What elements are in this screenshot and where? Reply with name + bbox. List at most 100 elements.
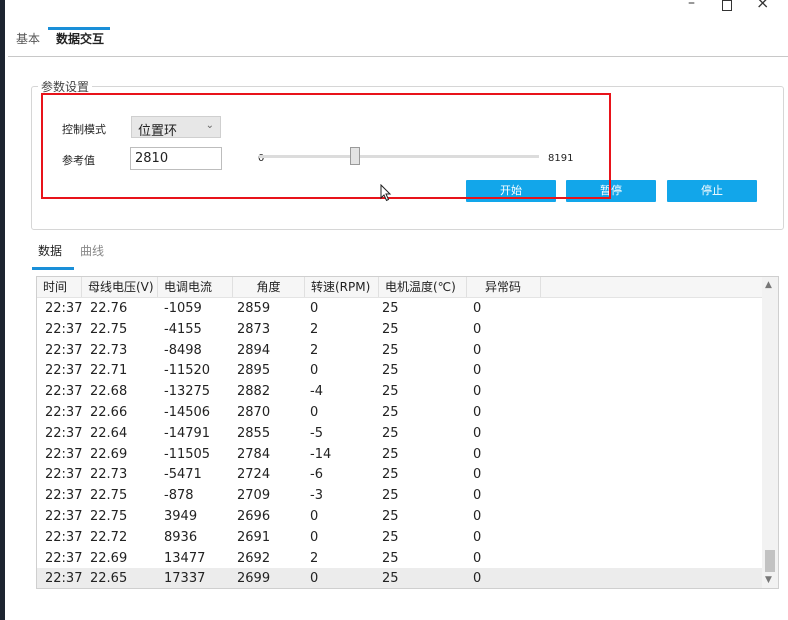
cell-angle: 2699 bbox=[237, 571, 271, 587]
header-time[interactable]: 时间 bbox=[37, 277, 82, 297]
cell-bus-voltage: 22.75 bbox=[90, 488, 128, 504]
table-row[interactable]: 22:37 22.73 -8498 2894 2 25 0 bbox=[37, 340, 762, 361]
cell-bus-voltage: 22.69 bbox=[90, 550, 128, 566]
cell-motor-temp: 25 bbox=[382, 342, 399, 358]
subtab-curve[interactable]: 曲线 bbox=[80, 242, 104, 259]
stop-button[interactable]: 停止 bbox=[667, 180, 757, 202]
cell-motor-temp: 25 bbox=[382, 425, 399, 441]
header-bus-voltage[interactable]: 母线电压(V) bbox=[82, 277, 158, 297]
scroll-up-icon[interactable]: ▲ bbox=[765, 280, 772, 290]
cell-error-code: 0 bbox=[473, 467, 482, 483]
table-row[interactable]: 22:37 22.75 -878 2709 -3 25 0 bbox=[37, 485, 762, 506]
subtab-data[interactable]: 数据 bbox=[38, 242, 62, 259]
cell-angle: 2859 bbox=[237, 301, 271, 316]
cell-esc-current: -11505 bbox=[164, 446, 211, 462]
cell-angle: 2696 bbox=[237, 509, 271, 524]
cell-error-code: 0 bbox=[473, 321, 482, 337]
grid-scrollbar[interactable]: ▲ ▼ bbox=[762, 277, 778, 588]
cell-speed: 0 bbox=[310, 405, 319, 420]
table-row[interactable]: 22:37 22.76 -1059 2859 0 25 0 bbox=[37, 298, 762, 319]
scroll-thumb[interactable] bbox=[765, 550, 775, 572]
cell-motor-temp: 25 bbox=[382, 571, 399, 587]
cell-bus-voltage: 22.76 bbox=[90, 301, 128, 316]
cell-bus-voltage: 22.75 bbox=[90, 509, 128, 524]
cell-speed: -5 bbox=[310, 425, 323, 441]
cell-speed: -6 bbox=[310, 467, 323, 483]
table-row[interactable]: 22:37 22.75 3949 2696 0 25 0 bbox=[37, 506, 762, 527]
cell-motor-temp: 25 bbox=[382, 321, 399, 337]
cell-speed: 0 bbox=[310, 571, 319, 587]
table-row[interactable]: 22:37 22.64 -14791 2855 -5 25 0 bbox=[37, 423, 762, 444]
cell-esc-current: -4155 bbox=[164, 321, 202, 337]
header-speed[interactable]: 转速(RPM) bbox=[305, 277, 379, 297]
cell-angle: 2709 bbox=[237, 488, 271, 504]
cell-bus-voltage: 22.68 bbox=[90, 384, 128, 400]
cell-motor-temp: 25 bbox=[382, 509, 399, 524]
cell-time: 22:37 bbox=[45, 467, 83, 483]
mouse-cursor-icon bbox=[380, 184, 392, 202]
table-row[interactable]: 22:37 22.75 -4155 2873 2 25 0 bbox=[37, 319, 762, 340]
minimize-icon[interactable]: – bbox=[688, 0, 695, 10]
tab-basic[interactable]: 基本 bbox=[10, 30, 46, 47]
cell-motor-temp: 25 bbox=[382, 467, 399, 483]
table-row[interactable]: 22:37 22.69 13477 2692 2 25 0 bbox=[37, 548, 762, 569]
main-tabbar: 基本 数据交互 bbox=[8, 26, 788, 57]
cell-bus-voltage: 22.75 bbox=[90, 321, 128, 337]
cell-error-code: 0 bbox=[473, 301, 482, 316]
scroll-down-icon[interactable]: ▼ bbox=[765, 575, 772, 585]
data-grid[interactable]: 时间 母线电压(V) 电调电流 角度 转速(RPM) 电机温度(℃) 异常码 2… bbox=[36, 276, 779, 589]
cell-angle: 2870 bbox=[237, 405, 271, 420]
desktop-edge bbox=[0, 0, 5, 620]
cell-time: 22:37 bbox=[45, 363, 83, 379]
cell-speed: -14 bbox=[310, 446, 332, 462]
maximize-icon[interactable] bbox=[722, 0, 732, 11]
highlight-box bbox=[41, 93, 611, 199]
cell-motor-temp: 25 bbox=[382, 550, 399, 566]
cell-esc-current: -11520 bbox=[164, 363, 211, 379]
table-row[interactable]: 22:37 22.71 -11520 2895 0 25 0 bbox=[37, 360, 762, 381]
cell-angle: 2784 bbox=[237, 446, 271, 462]
cell-error-code: 0 bbox=[473, 405, 482, 420]
cell-error-code: 0 bbox=[473, 342, 482, 358]
table-row[interactable]: 22:37 22.68 -13275 2882 -4 25 0 bbox=[37, 381, 762, 402]
header-error-code[interactable]: 异常码 bbox=[467, 277, 541, 297]
cell-angle: 2724 bbox=[237, 467, 271, 483]
cell-speed: 0 bbox=[310, 509, 319, 524]
cell-speed: 2 bbox=[310, 550, 319, 566]
table-row[interactable]: 22:37 22.69 -11505 2784 -14 25 0 bbox=[37, 444, 762, 465]
tab-data-exchange[interactable]: 数据交互 bbox=[50, 30, 110, 47]
header-angle[interactable]: 角度 bbox=[233, 277, 305, 297]
grid-header: 时间 母线电压(V) 电调电流 角度 转速(RPM) 电机温度(℃) 异常码 bbox=[37, 277, 762, 298]
close-icon[interactable]: × bbox=[756, 0, 769, 11]
cell-bus-voltage: 22.69 bbox=[90, 446, 128, 462]
table-row[interactable]: 22:37 22.73 -5471 2724 -6 25 0 bbox=[37, 464, 762, 485]
table-row[interactable]: 22:37 22.65 17337 2699 0 25 0 bbox=[37, 568, 762, 588]
table-row[interactable]: 22:37 22.72 8936 2691 0 25 0 bbox=[37, 527, 762, 548]
cell-motor-temp: 25 bbox=[382, 446, 399, 462]
cell-error-code: 0 bbox=[473, 425, 482, 441]
cell-error-code: 0 bbox=[473, 571, 482, 587]
cell-error-code: 0 bbox=[473, 363, 482, 379]
table-row[interactable]: 22:37 22.66 -14506 2870 0 25 0 bbox=[37, 402, 762, 423]
cell-esc-current: 17337 bbox=[164, 571, 206, 587]
cell-time: 22:37 bbox=[45, 342, 83, 358]
cell-time: 22:37 bbox=[45, 509, 83, 524]
cell-speed: 2 bbox=[310, 342, 319, 358]
cell-speed: 0 bbox=[310, 301, 319, 316]
cell-time: 22:37 bbox=[45, 321, 83, 337]
subtab-active-indicator bbox=[32, 267, 74, 270]
cell-error-code: 0 bbox=[473, 384, 482, 400]
cell-esc-current: 3949 bbox=[164, 509, 198, 524]
cell-error-code: 0 bbox=[473, 550, 482, 566]
data-subtabs: 数据 曲线 bbox=[30, 240, 150, 270]
cell-bus-voltage: 22.71 bbox=[90, 363, 128, 379]
header-motor-temp[interactable]: 电机温度(℃) bbox=[379, 277, 467, 297]
cell-esc-current: 13477 bbox=[164, 550, 206, 566]
cell-angle: 2873 bbox=[237, 321, 271, 337]
cell-esc-current: -14506 bbox=[164, 405, 211, 420]
cell-bus-voltage: 22.64 bbox=[90, 425, 128, 441]
cell-esc-current: -878 bbox=[164, 488, 194, 504]
cell-esc-current: -14791 bbox=[164, 425, 211, 441]
cell-angle: 2894 bbox=[237, 342, 271, 358]
header-esc-current[interactable]: 电调电流 bbox=[158, 277, 233, 297]
